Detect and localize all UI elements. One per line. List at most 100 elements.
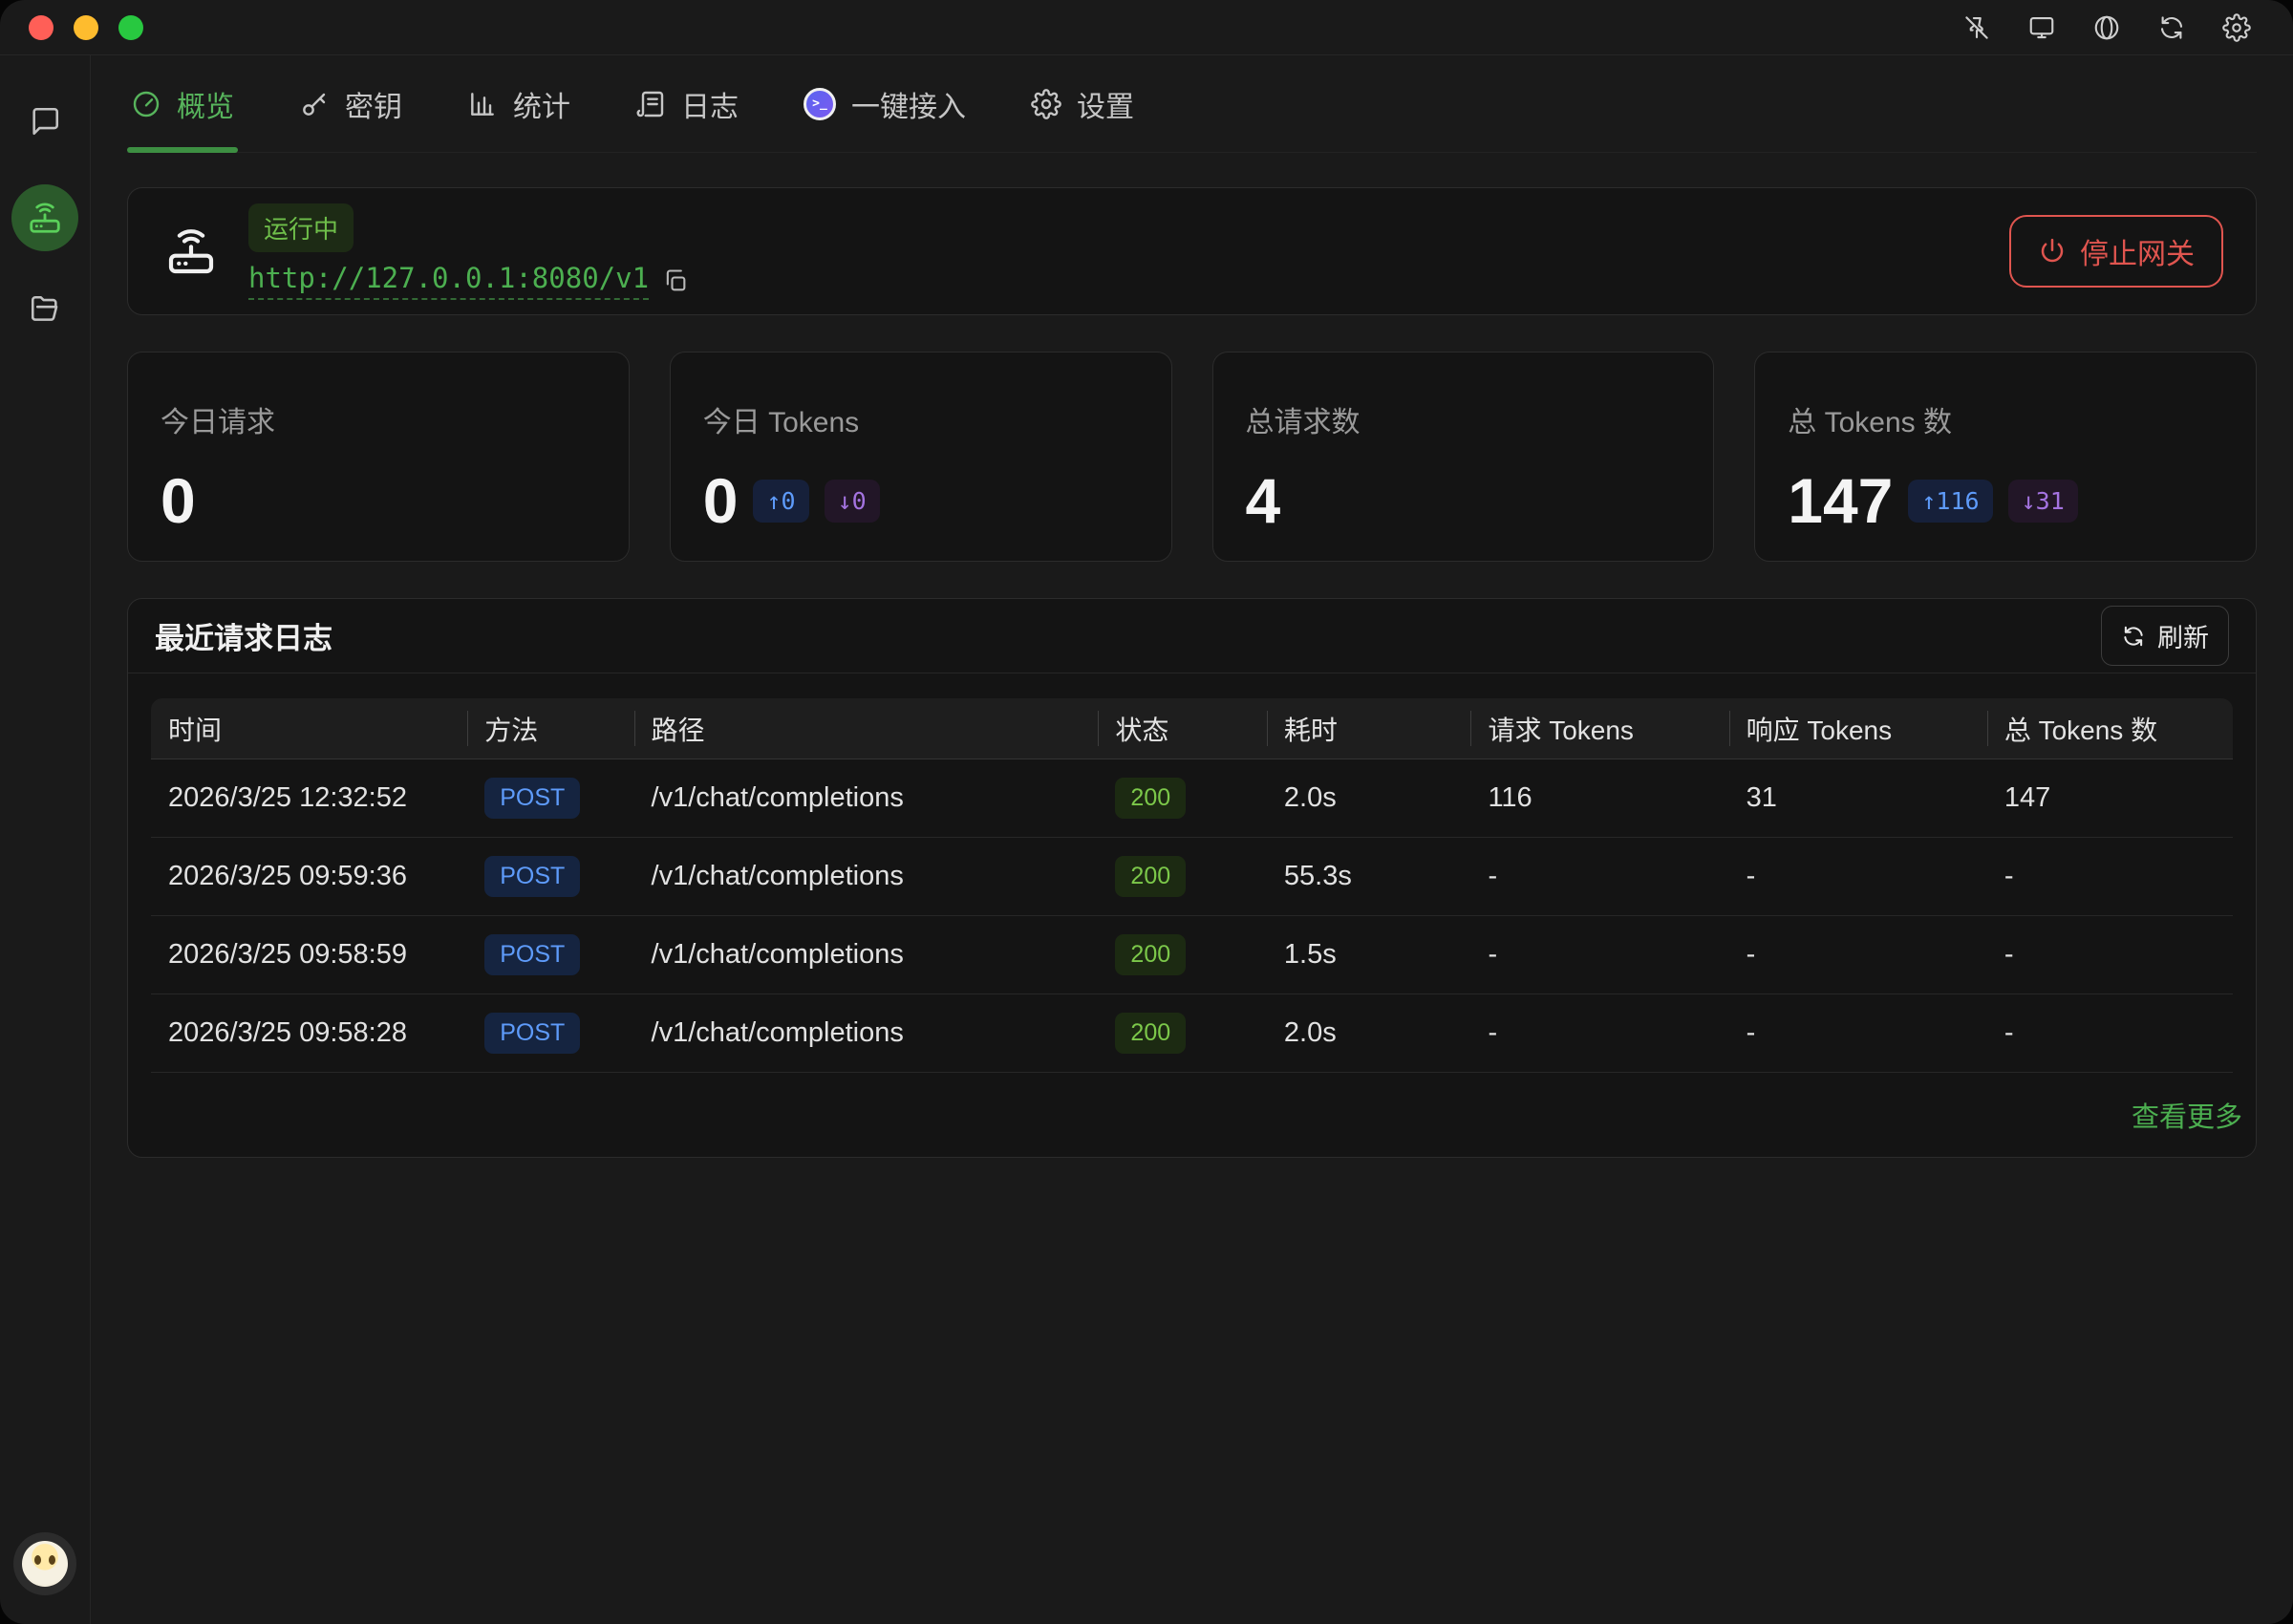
sidebar bbox=[0, 55, 91, 1624]
sidebar-item-gateway-active[interactable] bbox=[11, 184, 78, 251]
status-badge: 200 bbox=[1115, 856, 1186, 897]
sidebar-item-files[interactable] bbox=[29, 293, 61, 331]
globe-icon[interactable] bbox=[2092, 13, 2121, 42]
tokens-up-badge: ↑116 bbox=[1908, 480, 1992, 523]
cell-time: 2026/3/25 09:59:36 bbox=[151, 861, 467, 892]
sidebar-item-chat[interactable] bbox=[29, 105, 61, 142]
titlebar bbox=[0, 0, 2293, 55]
stop-gateway-label: 停止网关 bbox=[2080, 230, 2195, 272]
tab-label: 设置 bbox=[1077, 83, 1134, 125]
cell-duration: 55.3s bbox=[1267, 861, 1471, 892]
cell-req-tokens: - bbox=[1470, 861, 1728, 892]
stat-label: 总 Tokens 数 bbox=[1788, 398, 2223, 440]
col-status: 状态 bbox=[1098, 698, 1266, 759]
col-res-tokens: 响应 Tokens bbox=[1729, 698, 1987, 759]
log-table-header: 时间 方法 路径 状态 耗时 请求 Tokens 响应 Tokens 总 Tok… bbox=[151, 698, 2233, 759]
tokens-down-badge: ↓0 bbox=[825, 480, 880, 523]
gateway-status-card: 运行中 http://127.0.0.1:8080/v1 bbox=[127, 187, 2257, 315]
tab-keys[interactable]: 密钥 bbox=[295, 55, 406, 152]
tab-bar: 概览 密钥 统计 bbox=[127, 55, 2257, 153]
table-row: 2026/3/25 09:58:28 POST /v1/chat/complet… bbox=[151, 994, 2233, 1073]
tab-overview[interactable]: 概览 bbox=[127, 55, 238, 152]
cell-total-tokens: - bbox=[1987, 939, 2233, 971]
cell-path: /v1/chat/completions bbox=[634, 939, 1099, 971]
key-icon bbox=[299, 89, 330, 119]
col-path: 路径 bbox=[634, 698, 1099, 759]
recent-logs-panel: 最近请求日志 刷新 时间 方法 路径 状态 bbox=[127, 598, 2257, 1158]
tab-logs[interactable]: 日志 bbox=[632, 55, 742, 152]
status-badge: 200 bbox=[1115, 934, 1186, 975]
stat-label: 今日 Tokens bbox=[703, 398, 1139, 440]
main-content: 概览 密钥 统计 bbox=[91, 55, 2293, 1624]
tab-quick-connect[interactable]: >_ 一键接入 bbox=[800, 55, 970, 152]
cell-path: /v1/chat/completions bbox=[634, 1017, 1099, 1049]
view-more-link[interactable]: 查看更多 bbox=[2132, 1095, 2242, 1135]
close-button[interactable] bbox=[29, 15, 54, 40]
router-icon bbox=[164, 224, 218, 278]
refresh-icon bbox=[2121, 624, 2146, 649]
gauge-icon bbox=[131, 89, 161, 119]
cell-req-tokens: - bbox=[1470, 1017, 1728, 1049]
tab-label: 日志 bbox=[681, 83, 739, 125]
refresh-label: 刷新 bbox=[2157, 617, 2209, 654]
copy-icon[interactable] bbox=[662, 267, 689, 294]
col-duration: 耗时 bbox=[1267, 698, 1471, 759]
bar-chart-icon bbox=[467, 89, 498, 119]
cell-duration: 2.0s bbox=[1267, 1017, 1471, 1049]
terminal-badge-icon: >_ bbox=[804, 88, 836, 120]
status-badge: 200 bbox=[1115, 778, 1186, 819]
pin-off-icon[interactable] bbox=[1962, 13, 1991, 42]
gear-icon[interactable] bbox=[2222, 13, 2251, 42]
app-window: 概览 密钥 统计 bbox=[0, 0, 2293, 1624]
table-row: 2026/3/25 09:59:36 POST /v1/chat/complet… bbox=[151, 838, 2233, 916]
gear-icon bbox=[1031, 89, 1061, 119]
stat-cards: 今日请求 0 今日 Tokens 0 ↑0 ↓0 总请求数 bbox=[127, 352, 2257, 562]
col-method: 方法 bbox=[467, 698, 633, 759]
table-row: 2026/3/25 12:32:52 POST /v1/chat/complet… bbox=[151, 759, 2233, 838]
tab-label: 概览 bbox=[177, 83, 234, 125]
status-badge: 200 bbox=[1115, 1013, 1186, 1054]
stat-label: 总请求数 bbox=[1246, 398, 1682, 440]
logs-panel-title: 最近请求日志 bbox=[155, 614, 332, 657]
stat-card-today-tokens: 今日 Tokens 0 ↑0 ↓0 bbox=[670, 352, 1172, 562]
method-badge: POST bbox=[484, 934, 580, 975]
sheep-face-avatar bbox=[22, 1541, 68, 1587]
user-avatar[interactable] bbox=[13, 1532, 76, 1595]
cell-duration: 1.5s bbox=[1267, 939, 1471, 971]
stop-gateway-button[interactable]: 停止网关 bbox=[2009, 215, 2223, 288]
tab-label: 密钥 bbox=[345, 83, 402, 125]
stat-value: 147 bbox=[1788, 469, 1893, 532]
cell-time: 2026/3/25 09:58:28 bbox=[151, 1017, 467, 1049]
gateway-url-link[interactable]: http://127.0.0.1:8080/v1 bbox=[248, 262, 649, 300]
tab-settings[interactable]: 设置 bbox=[1027, 55, 1138, 152]
cell-total-tokens: 147 bbox=[1987, 782, 2233, 814]
refresh-icon[interactable] bbox=[2157, 13, 2186, 42]
stat-card-total-requests: 总请求数 4 bbox=[1212, 352, 1715, 562]
stat-label: 今日请求 bbox=[161, 398, 596, 440]
refresh-button[interactable]: 刷新 bbox=[2101, 606, 2229, 666]
col-total-tokens: 总 Tokens 数 bbox=[1987, 698, 2233, 759]
stat-value: 4 bbox=[1246, 469, 1281, 532]
monitor-icon[interactable] bbox=[2027, 13, 2056, 42]
cell-path: /v1/chat/completions bbox=[634, 782, 1099, 814]
tokens-down-badge: ↓31 bbox=[2008, 480, 2078, 523]
cell-req-tokens: - bbox=[1470, 939, 1728, 971]
method-badge: POST bbox=[484, 856, 580, 897]
minimize-button[interactable] bbox=[74, 15, 98, 40]
log-rows: 2026/3/25 12:32:52 POST /v1/chat/complet… bbox=[151, 759, 2233, 1073]
tab-stats[interactable]: 统计 bbox=[463, 55, 574, 152]
stat-value: 0 bbox=[161, 469, 196, 532]
scroll-icon bbox=[635, 89, 666, 119]
router-icon bbox=[27, 200, 63, 236]
cell-res-tokens: - bbox=[1729, 939, 1987, 971]
tab-label: 一键接入 bbox=[851, 83, 966, 125]
col-req-tokens: 请求 Tokens bbox=[1470, 698, 1728, 759]
folder-open-icon bbox=[29, 293, 61, 326]
tokens-up-badge: ↑0 bbox=[753, 480, 808, 523]
tab-label: 统计 bbox=[513, 83, 570, 125]
table-row: 2026/3/25 09:58:59 POST /v1/chat/complet… bbox=[151, 916, 2233, 994]
cell-res-tokens: - bbox=[1729, 861, 1987, 892]
stat-value: 0 bbox=[703, 469, 739, 532]
zoom-button[interactable] bbox=[118, 15, 143, 40]
cell-total-tokens: - bbox=[1987, 1017, 2233, 1049]
